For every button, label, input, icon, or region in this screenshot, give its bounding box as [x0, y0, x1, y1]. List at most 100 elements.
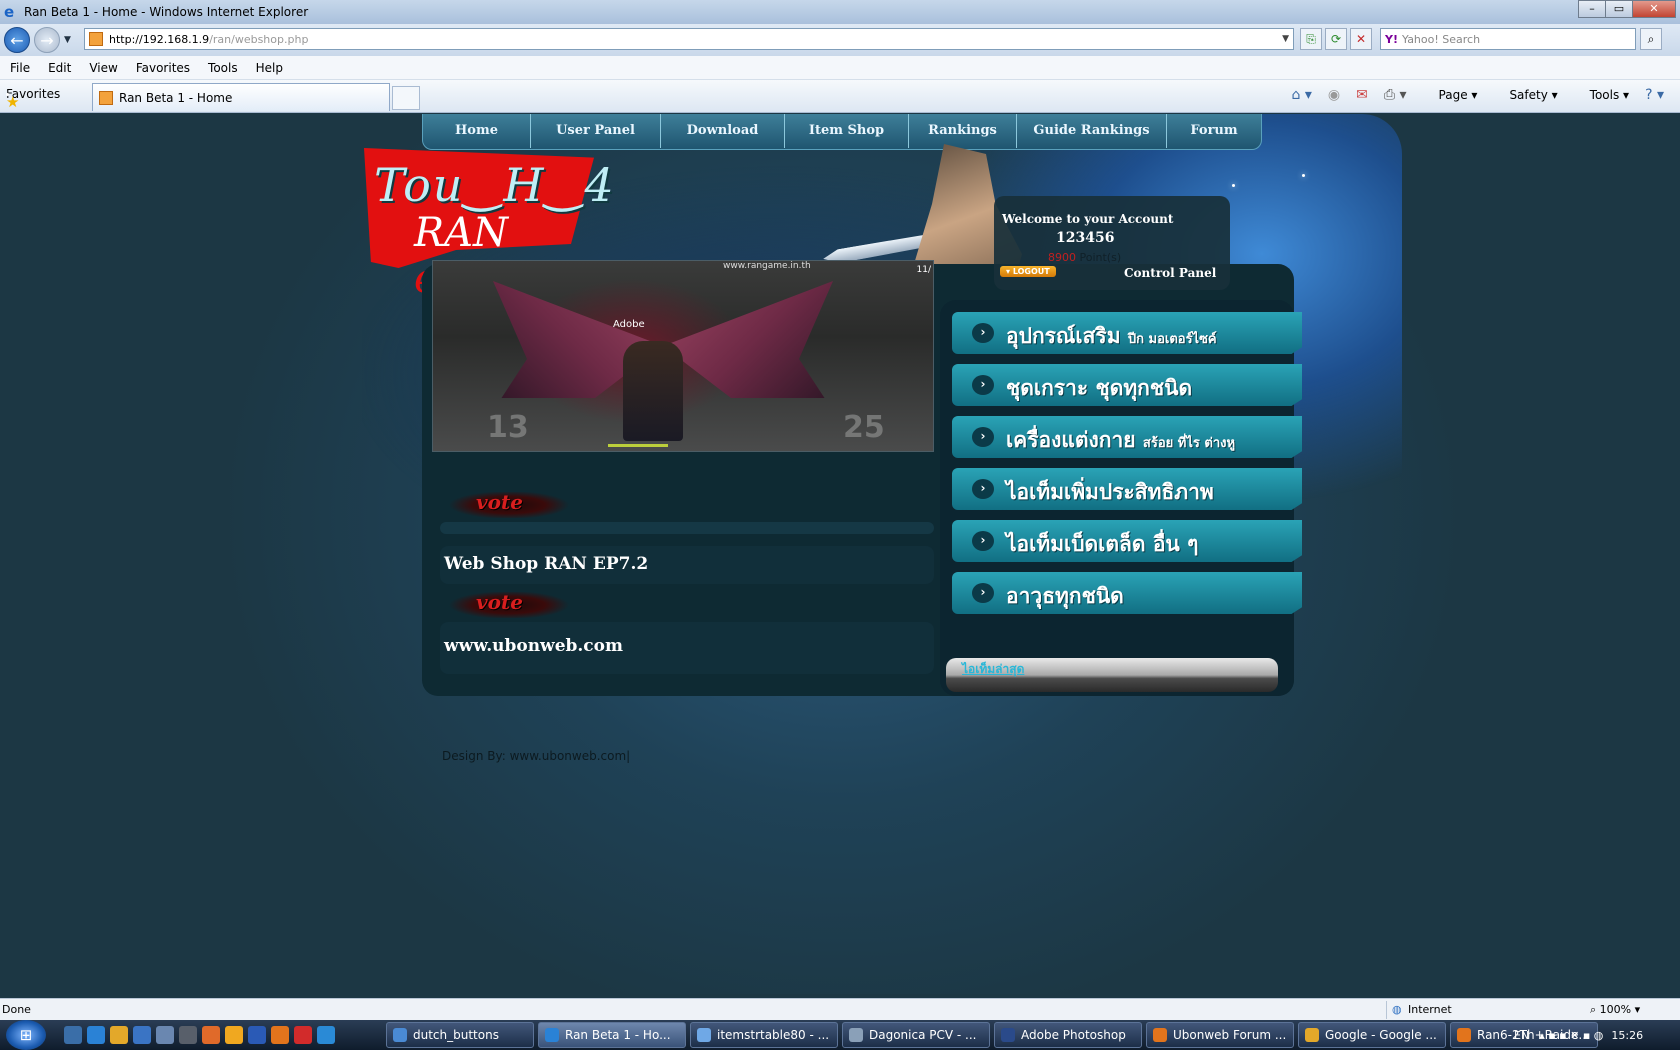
footer-credit[interactable]: Design By: www.ubonweb.com| — [442, 749, 630, 763]
control-panel-link[interactable]: Control Panel — [1124, 266, 1216, 280]
category-misc-items[interactable]: › ไอเท็มเบ็ดเตล็ด อื่น ๆ — [952, 520, 1302, 562]
navigation-bar: ← → ▼ http://192.168.1.9/ran/webshop.php… — [0, 24, 1680, 56]
latest-items-header: ไอเท็มล่าสุด — [946, 658, 1278, 692]
news-item[interactable]: www.ubonweb.com — [440, 622, 934, 674]
tools-menu[interactable]: Tools ▾ — [1574, 88, 1629, 102]
search-placeholder[interactable]: Yahoo! Search — [1402, 33, 1480, 46]
recent-pages-dropdown-icon[interactable]: ▼ — [64, 35, 71, 45]
news-title[interactable]: Web Shop RAN EP7.2 — [444, 554, 648, 574]
category-armor[interactable]: › ชุดเกราะ ชุดทุกชนิด — [952, 364, 1302, 406]
vote-badge[interactable]: vote — [444, 486, 574, 524]
favorites-button[interactable]: ★ Favorites — [6, 87, 60, 111]
screenshot-banner[interactable]: www.rangame.in.th Adobe 11/ 13 25 — [432, 260, 934, 452]
chrome-icon[interactable] — [110, 1026, 128, 1044]
start-button[interactable]: ⊞ — [6, 1020, 46, 1050]
news-title[interactable]: www.ubonweb.com — [444, 636, 623, 656]
task-button[interactable]: dutch_buttons — [386, 1022, 534, 1048]
app-icon[interactable] — [294, 1026, 312, 1044]
task-button[interactable]: itemstrtable80 - ... — [690, 1022, 838, 1048]
category-accessories[interactable]: › อุปกรณ์เสริม ปีก มอเตอร์ไซค์ — [952, 312, 1302, 354]
logout-button[interactable]: ▾ LOGOUT — [1000, 266, 1056, 277]
task-button[interactable]: Adobe Photoshop — [994, 1022, 1142, 1048]
app-icon[interactable] — [317, 1026, 335, 1044]
menu-tools[interactable]: Tools — [208, 61, 238, 75]
latest-items-link[interactable]: ไอเท็มล่าสุด — [962, 660, 1024, 679]
app-icon[interactable] — [133, 1026, 151, 1044]
banner-watermark: www.rangame.in.th — [723, 261, 811, 271]
yahoo-icon: Y! — [1385, 32, 1398, 46]
print-icon[interactable]: ⎙ ▾ — [1384, 87, 1407, 103]
address-url[interactable]: http://192.168.1.9/ran/webshop.php — [109, 33, 308, 46]
app-icon[interactable] — [156, 1026, 174, 1044]
chevron-right-icon: › — [972, 375, 994, 395]
category-boost-items[interactable]: › ไอเท็มเพิ่มประสิทธิภาพ — [952, 468, 1302, 510]
category-weapons[interactable]: › อาวุธทุกชนิด — [952, 572, 1302, 614]
nav-guide-rankings[interactable]: Guide Rankings — [1017, 114, 1167, 148]
app-icon[interactable] — [202, 1026, 220, 1044]
show-desktop-icon[interactable] — [64, 1026, 82, 1044]
search-box[interactable]: Y! Yahoo! Search — [1380, 28, 1636, 50]
tray-icons[interactable]: ▴ ▪ ▪ ✕ ▪ ◍ — [1539, 1029, 1603, 1042]
nav-download[interactable]: Download — [661, 114, 785, 148]
menu-favorites[interactable]: Favorites — [136, 61, 190, 75]
notepad-icon — [697, 1028, 711, 1042]
task-button[interactable]: Dagonica PCV - ... — [842, 1022, 990, 1048]
banner-floor-number-right: 25 — [843, 410, 885, 445]
refresh-button[interactable]: ⟳ — [1325, 28, 1347, 50]
internet-explorer-icon[interactable] — [87, 1026, 105, 1044]
address-dropdown-icon[interactable]: ▼ — [1282, 34, 1289, 44]
window-title: Ran Beta 1 - Home - Windows Internet Exp… — [24, 5, 309, 19]
word-icon[interactable] — [248, 1026, 266, 1044]
account-box: Welcome to your Account 123456 8900 Poin… — [994, 196, 1230, 290]
menu-edit[interactable]: Edit — [48, 61, 71, 75]
compatibility-view-icon[interactable]: ⎘ — [1300, 28, 1322, 50]
chevron-right-icon: › — [972, 323, 994, 343]
vote-badge[interactable]: vote — [444, 586, 574, 624]
language-indicator[interactable]: EN — [1514, 1029, 1529, 1042]
site-navigation: Home User Panel Download Item Shop Ranki… — [422, 114, 1262, 150]
firefox-icon — [1457, 1028, 1471, 1042]
close-button[interactable]: ✕ — [1632, 0, 1676, 18]
taskbar-tasks: dutch_buttons Ran Beta 1 - Ho... itemstr… — [386, 1022, 1602, 1048]
menu-file[interactable]: File — [10, 61, 30, 75]
search-go-icon[interactable]: ⌕ — [1640, 28, 1662, 50]
security-zone[interactable]: Internet — [1408, 1003, 1452, 1016]
tab-active[interactable]: Ran Beta 1 - Home — [92, 83, 390, 111]
vote-label: vote — [476, 490, 523, 514]
ie-logo-icon: e — [4, 3, 15, 21]
menu-help[interactable]: Help — [256, 61, 283, 75]
nav-item-shop[interactable]: Item Shop — [785, 114, 909, 148]
help-icon[interactable]: ? ▾ — [1645, 87, 1664, 103]
address-bar[interactable]: http://192.168.1.9/ran/webshop.php ▼ — [84, 28, 1294, 50]
app-icon[interactable] — [179, 1026, 197, 1044]
back-button[interactable]: ← — [4, 27, 30, 53]
category-label: อุปกรณ์เสริม ปีก มอเตอร์ไซค์ — [1006, 324, 1217, 348]
zoom-level[interactable]: ⌕ 100% ▾ — [1590, 1003, 1640, 1017]
feeds-icon[interactable]: ◉ — [1328, 87, 1340, 103]
clock[interactable]: 15:26 — [1611, 1029, 1643, 1042]
forward-button[interactable]: → — [34, 27, 60, 53]
nav-rankings[interactable]: Rankings — [909, 114, 1017, 148]
app-icon[interactable] — [225, 1026, 243, 1044]
task-button[interactable]: Ubonweb Forum ... — [1146, 1022, 1294, 1048]
task-button[interactable]: Google - Google ... — [1298, 1022, 1446, 1048]
safety-menu[interactable]: Safety ▾ — [1493, 88, 1557, 102]
mail-icon[interactable]: ✉ — [1356, 87, 1368, 103]
category-costume[interactable]: › เครื่องแต่งกาย สร้อย ที่ไร ต่างหู — [952, 416, 1302, 458]
nav-forum[interactable]: Forum — [1167, 114, 1261, 148]
news-item[interactable]: Web Shop RAN EP7.2 — [440, 546, 934, 584]
task-button[interactable]: Ran Beta 1 - Ho... — [538, 1022, 686, 1048]
stop-button[interactable]: ✕ — [1350, 28, 1372, 50]
minimize-button[interactable]: – — [1578, 0, 1606, 18]
nav-home[interactable]: Home — [423, 114, 531, 148]
nav-user-panel[interactable]: User Panel — [531, 114, 661, 148]
firefox-icon[interactable] — [271, 1026, 289, 1044]
menu-view[interactable]: View — [89, 61, 117, 75]
category-label: ชุดเกราะ ชุดทุกชนิด — [1006, 376, 1193, 400]
maximize-button[interactable]: ▭ — [1605, 0, 1633, 18]
new-tab-button[interactable] — [392, 86, 420, 110]
page-menu[interactable]: Page ▾ — [1423, 88, 1478, 102]
home-icon[interactable]: ⌂ ▾ — [1292, 87, 1312, 103]
status-text: Done — [2, 1003, 31, 1016]
chevron-right-icon: › — [972, 583, 994, 603]
